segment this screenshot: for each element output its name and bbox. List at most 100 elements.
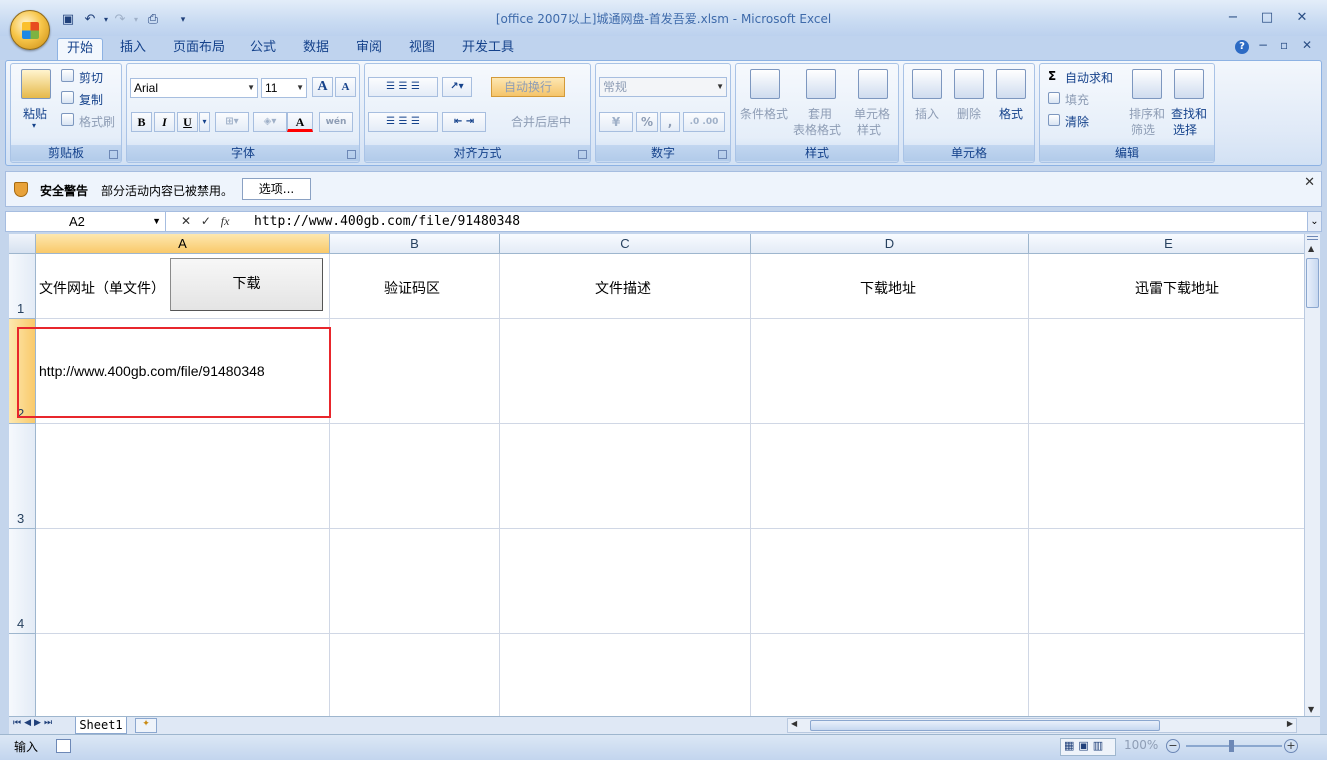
vertical-align-buttons[interactable]: ☰ ☰ ☰ (368, 77, 438, 97)
sheet-nav-icons[interactable]: ⏮◀▶⏭ (13, 718, 55, 728)
name-box[interactable]: A2 ▼ (6, 212, 166, 231)
tab-data[interactable]: 数据 (294, 38, 338, 60)
row-header-5[interactable] (9, 634, 36, 716)
tab-view[interactable]: 视图 (400, 38, 444, 60)
alignment-launcher-icon[interactable] (578, 150, 587, 159)
wrap-text-button[interactable]: 自动换行 (491, 77, 565, 97)
border-button[interactable]: ⊞▾ (215, 112, 249, 132)
format-cells-icon[interactable] (996, 69, 1026, 99)
format-table-label-1[interactable]: 套用 (808, 105, 832, 122)
underline-dropdown-icon[interactable]: ▾ (199, 112, 210, 132)
office-button[interactable] (10, 10, 50, 50)
decimal-buttons[interactable]: .0 .00 (683, 112, 725, 132)
autosum-icon[interactable]: Σ (1048, 69, 1056, 83)
scroll-right-icon[interactable]: ▶ (1287, 719, 1293, 728)
view-buttons[interactable]: ▦▣▥ (1060, 738, 1116, 756)
font-name-dropdown-icon[interactable]: ▼ (247, 79, 255, 97)
tab-insert[interactable]: 插入 (111, 38, 155, 60)
font-size-dropdown-icon[interactable]: ▼ (296, 79, 304, 97)
insert-function-button[interactable]: fx (221, 214, 230, 228)
close-icon[interactable]: ✕ (1304, 175, 1315, 190)
select-all-button[interactable] (9, 234, 36, 254)
enter-icon[interactable]: ✓ (201, 214, 211, 228)
row-header-1[interactable]: 1 (9, 254, 36, 319)
orientation-button[interactable]: ↗▾ (442, 77, 472, 97)
worksheet-grid[interactable]: A B C D E 1 2 3 4 文件网址（单文件） 验证码区 文件描述 下载… (9, 234, 1304, 716)
shrink-font-button[interactable]: A (335, 77, 356, 97)
sort-filter-label-1[interactable]: 排序和 (1129, 105, 1165, 122)
name-box-dropdown-icon[interactable]: ▼ (152, 212, 161, 231)
find-select-label-1[interactable]: 查找和 (1171, 105, 1207, 122)
cell-d1[interactable]: 下载地址 (860, 278, 916, 298)
insert-sheet-icon[interactable]: ✦ (135, 718, 157, 733)
workbook-close-icon[interactable]: ✕ (1302, 38, 1312, 52)
macro-record-icon[interactable] (56, 739, 71, 753)
fill-icon[interactable] (1048, 92, 1060, 104)
format-painter-button[interactable]: 格式刷 (79, 113, 115, 130)
column-header-a[interactable]: A (36, 234, 330, 254)
print-preview-icon[interactable]: ⎙ (145, 12, 161, 28)
close-button[interactable]: ✕ (1291, 9, 1313, 27)
clear-icon[interactable] (1048, 114, 1060, 126)
cut-icon[interactable] (61, 69, 74, 82)
maximize-button[interactable]: □ (1256, 9, 1278, 27)
insert-cells-icon[interactable] (912, 69, 942, 99)
cancel-icon[interactable]: ✕ (181, 214, 191, 228)
cell-b1[interactable]: 验证码区 (384, 278, 440, 298)
bold-button[interactable]: B (131, 112, 152, 132)
horizontal-scroll-thumb[interactable] (810, 720, 1160, 731)
cell-c1[interactable]: 文件描述 (595, 278, 651, 298)
indent-buttons[interactable]: ⇤ ⇥ (442, 112, 486, 132)
column-header-e[interactable]: E (1029, 234, 1304, 254)
vertical-scrollbar[interactable]: ▲ ▼ (1304, 234, 1320, 716)
merge-center-button[interactable]: 合并后居中 (511, 113, 571, 130)
delete-cells-icon[interactable] (954, 69, 984, 99)
cell-styles-label-2[interactable]: 样式 (857, 121, 881, 138)
vertical-scroll-thumb[interactable] (1306, 258, 1319, 308)
grow-font-button[interactable]: A (312, 77, 333, 97)
font-launcher-icon[interactable] (347, 150, 356, 159)
customize-toolbar-icon[interactable]: ▾ (175, 12, 191, 28)
copy-button[interactable]: 复制 (79, 91, 103, 108)
paste-label[interactable]: 粘贴 (23, 105, 47, 122)
zoom-out-icon[interactable]: − (1166, 739, 1180, 753)
cell-e1[interactable]: 迅雷下载地址 (1135, 278, 1219, 298)
zoom-in-icon[interactable]: + (1284, 739, 1298, 753)
format-table-label-2[interactable]: 表格格式 (793, 121, 841, 138)
phonetic-button[interactable]: wén (319, 112, 353, 132)
zoom-slider[interactable] (1186, 745, 1282, 747)
tab-home[interactable]: 开始 (57, 38, 104, 60)
clipboard-launcher-icon[interactable] (109, 150, 118, 159)
comma-button[interactable]: , (660, 112, 680, 132)
undo-icon[interactable]: ↶ (82, 12, 98, 28)
column-header-c[interactable]: C (500, 234, 751, 254)
insert-cells-button[interactable]: 插入 (915, 105, 939, 122)
sort-filter-icon[interactable] (1132, 69, 1162, 99)
conditional-format-icon[interactable] (750, 69, 780, 99)
tab-developer[interactable]: 开发工具 (453, 38, 523, 60)
workbook-restore-icon[interactable]: ▫ (1280, 38, 1288, 52)
currency-button[interactable]: ¥ (599, 112, 633, 132)
delete-cells-button[interactable]: 删除 (957, 105, 981, 122)
number-format-dropdown-icon[interactable]: ▼ (716, 78, 724, 96)
horizontal-scrollbar[interactable]: ◀ ▶ (787, 718, 1297, 733)
autosum-button[interactable]: 自动求和 (1065, 69, 1113, 86)
conditional-format-button[interactable]: 条件格式 (740, 105, 788, 122)
cell-styles-label-1[interactable]: 单元格 (854, 105, 890, 122)
find-select-label-2[interactable]: 选择 (1173, 121, 1197, 138)
expand-formula-icon[interactable]: ⌄ (1307, 212, 1321, 231)
format-cells-button[interactable]: 格式 (999, 105, 1023, 122)
scroll-up-icon[interactable]: ▲ (1308, 244, 1314, 253)
scroll-left-icon[interactable]: ◀ (791, 719, 797, 728)
font-color-button[interactable]: A (287, 112, 313, 132)
row-header-3[interactable]: 3 (9, 424, 36, 529)
cell-a1[interactable]: 文件网址（单文件） (39, 278, 165, 298)
tab-page-layout[interactable]: 页面布局 (164, 38, 234, 60)
sheet-tab-sheet1[interactable]: Sheet1 (75, 717, 127, 734)
formula-input[interactable]: http://www.400gb.com/file/91480348 (254, 212, 520, 231)
format-painter-icon[interactable] (61, 113, 74, 126)
save-icon[interactable]: ▣ (60, 12, 76, 28)
split-handle[interactable] (1307, 236, 1318, 240)
fill-color-button[interactable]: ◈▾ (253, 112, 287, 132)
number-launcher-icon[interactable] (718, 150, 727, 159)
